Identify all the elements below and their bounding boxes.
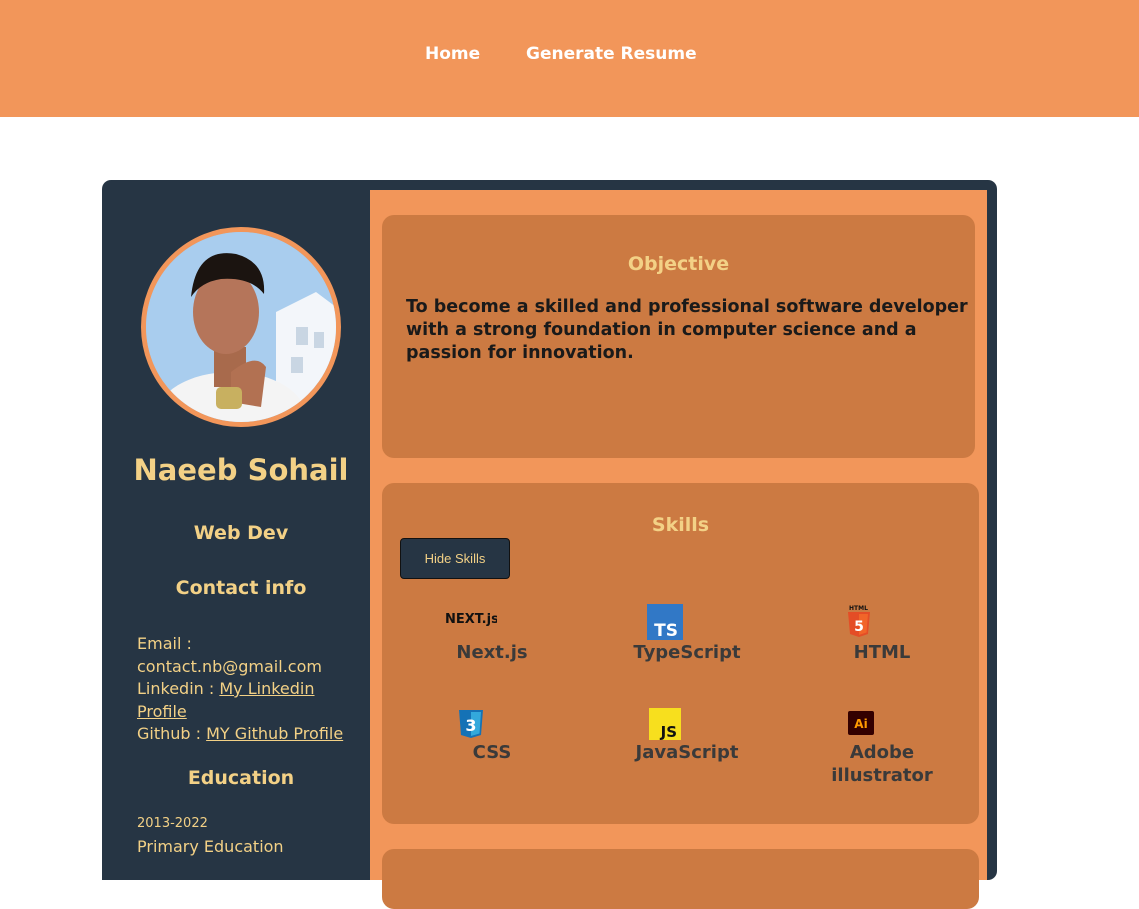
svg-text:JS: JS — [660, 723, 677, 740]
adobe-illustrator-icon: Ai — [848, 711, 874, 735]
linkedin-label: Linkedin : — [137, 679, 215, 698]
svg-text:NEXT.js: NEXT.js — [445, 612, 497, 627]
html5-icon: HTML 5 — [848, 605, 870, 637]
profile-photo — [141, 227, 341, 427]
nav-generate-resume-link[interactable]: Generate Resume — [526, 44, 697, 64]
education-title: Primary Education — [137, 837, 284, 856]
resume-sidebar: Naeeb Sohail Web Dev Contact info Email … — [102, 190, 370, 880]
linkedin-line: Linkedin : My Linkedin — [137, 678, 367, 701]
svg-text:HTML: HTML — [849, 605, 868, 612]
profile-photo-image — [146, 232, 336, 422]
skill-label: HTML — [853, 642, 911, 663]
github-label: Github : — [137, 724, 202, 743]
linkedin-link-continued[interactable]: Profile — [137, 702, 187, 721]
svg-text:Ai: Ai — [854, 717, 867, 731]
skill-label: Next.js — [456, 642, 528, 663]
email-label: Email : — [137, 634, 192, 653]
svg-text:3: 3 — [465, 716, 476, 735]
resume-card: Naeeb Sohail Web Dev Contact info Email … — [102, 180, 997, 909]
objective-text: To become a skilled and professional sof… — [406, 297, 968, 363]
typescript-icon: TS — [647, 604, 683, 640]
contact-heading: Contact info — [175, 577, 307, 599]
svg-text:5: 5 — [854, 619, 864, 635]
skill-label: TypeScript — [633, 642, 741, 663]
github-line: Github : MY Github Profile — [137, 723, 367, 746]
skill-label: JavaScript — [635, 742, 739, 763]
next-section — [382, 849, 979, 909]
skill-label: CSS — [472, 742, 512, 763]
nav-home-link[interactable]: Home — [425, 44, 480, 64]
linkedin-link[interactable]: My Linkedin — [219, 679, 314, 698]
objective-section: Objective To become a skilled and profes… — [382, 215, 975, 458]
linkedin-line-2: Profile — [137, 701, 367, 724]
profile-role: Web Dev — [193, 522, 289, 544]
objective-title: Objective — [627, 253, 730, 275]
contact-info: Email : contact.nb@gmail.com Linkedin : … — [137, 633, 367, 746]
skill-label: Adobe illustrator — [831, 742, 933, 786]
education-years: 2013-2022 — [137, 816, 208, 831]
svg-text:TS: TS — [654, 621, 678, 640]
hide-skills-button[interactable]: Hide Skills — [400, 538, 510, 579]
javascript-icon: JS — [649, 708, 681, 740]
top-navbar: Home Generate Resume — [0, 0, 1139, 117]
nextjs-icon: NEXT.js — [445, 612, 497, 627]
skills-section: Skills Hide Skills NEXT.js Next.js TS Ty… — [382, 483, 979, 824]
education-heading: Education — [187, 767, 295, 789]
profile-name: Naeeb Sohail — [133, 453, 349, 487]
skills-title: Skills — [651, 514, 710, 536]
email-value: contact.nb@gmail.com — [137, 656, 322, 676]
css3-icon: 3 — [459, 710, 483, 738]
github-link[interactable]: MY Github Profile — [206, 724, 343, 743]
resume-main: Objective To become a skilled and profes… — [370, 190, 987, 909]
